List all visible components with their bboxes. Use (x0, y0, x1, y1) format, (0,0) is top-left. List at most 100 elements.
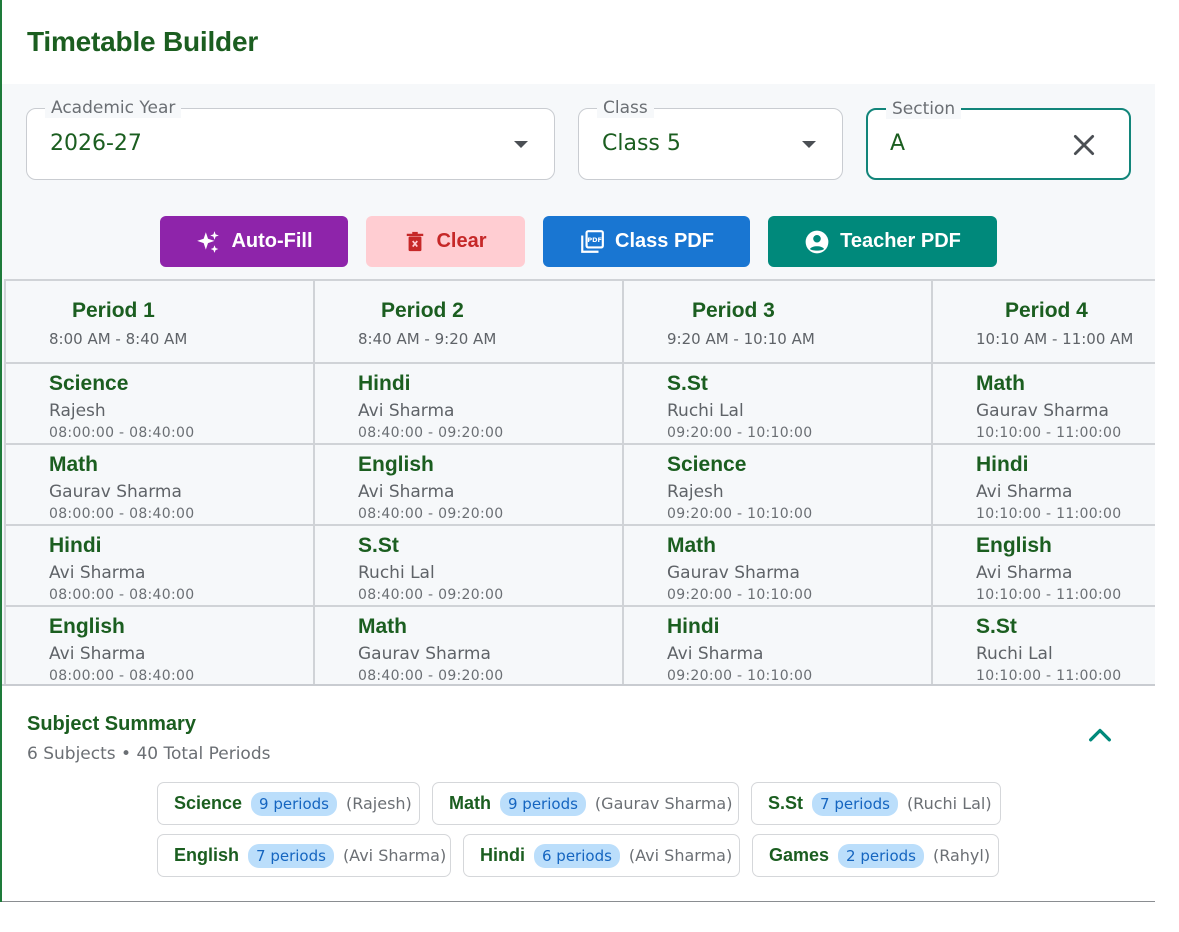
period-title: Period 4 (1005, 299, 1088, 322)
timetable-cell[interactable]: Math Gaurav Sharma 10:10:00 - 11:00:00 (931, 364, 1155, 443)
period-time: 9:20 AM - 10:10 AM (667, 330, 815, 348)
cell-teacher: Avi Sharma (358, 401, 455, 421)
timetable-cell[interactable]: Hindi Avi Sharma 09:20:00 - 10:10:00 (622, 607, 931, 684)
period-time: 8:00 AM - 8:40 AM (49, 330, 188, 348)
timetable-cell[interactable]: English Avi Sharma 08:00:00 - 08:40:00 (4, 607, 313, 684)
chip-subject: Science (174, 793, 243, 813)
chevron-down-icon[interactable] (802, 141, 816, 148)
subject-chip[interactable]: Math 9 periods (Gaurav Sharma) (432, 782, 739, 825)
timetable-cell[interactable]: S.St Ruchi Lal 08:40:00 - 09:20:00 (313, 526, 622, 605)
period-title: Period 2 (381, 299, 464, 322)
cell-time: 08:40:00 - 09:20:00 (358, 425, 504, 441)
cell-subject: Math (976, 372, 1025, 395)
cell-time: 09:20:00 - 10:10:00 (667, 425, 813, 441)
cell-time: 10:10:00 - 11:00:00 (976, 587, 1122, 603)
chevron-up-icon[interactable] (1086, 722, 1114, 746)
chip-teacher: (Gaurav Sharma) (594, 794, 733, 813)
section-input[interactable]: Section A (866, 99, 1131, 180)
chip-subject: English (174, 845, 240, 865)
subject-chip[interactable]: English 7 periods (Avi Sharma) (157, 834, 451, 877)
period-header: Period 2 8:40 AM - 9:20 AM (313, 281, 622, 362)
timetable-cell[interactable]: S.St Ruchi Lal 09:20:00 - 10:10:00 (622, 364, 931, 443)
timetable-cell[interactable]: Math Gaurav Sharma 08:40:00 - 09:20:00 (313, 607, 622, 684)
cell-time: 09:20:00 - 10:10:00 (667, 587, 813, 603)
cell-teacher: Ruchi Lal (358, 563, 435, 583)
cell-teacher: Gaurav Sharma (976, 401, 1109, 421)
academic-year-label: Academic Year (45, 98, 182, 118)
cell-time: 10:10:00 - 11:00:00 (976, 425, 1122, 441)
subject-chip[interactable]: Games 2 periods (Rahyl) (752, 834, 999, 877)
subject-chip[interactable]: Hindi 6 periods (Avi Sharma) (463, 834, 740, 877)
auto-fill-button[interactable]: Auto-Fill (160, 216, 348, 267)
period-header: Period 1 8:00 AM - 8:40 AM (4, 281, 313, 362)
table-row: English Avi Sharma 08:00:00 - 08:40:00 M… (4, 607, 1155, 684)
cell-time: 08:00:00 - 08:40:00 (49, 587, 195, 603)
clear-label: Clear (436, 230, 487, 252)
cell-time: 08:40:00 - 09:20:00 (358, 587, 504, 603)
builder-panel: Academic Year 2026-27 Class Class 5 Sect… (2, 84, 1155, 684)
close-icon[interactable] (1071, 132, 1097, 158)
cell-subject: English (49, 615, 125, 638)
class-label: Class (597, 98, 654, 118)
period-count-badge: 7 periods (248, 843, 334, 868)
period-count-badge: 2 periods (838, 843, 924, 868)
chevron-down-icon[interactable] (514, 141, 528, 148)
period-title: Period 3 (692, 299, 775, 322)
cell-time: 09:20:00 - 10:10:00 (667, 668, 813, 684)
period-time: 8:40 AM - 9:20 AM (358, 330, 497, 348)
timetable-cell[interactable]: Science Rajesh 09:20:00 - 10:10:00 (622, 445, 931, 524)
cell-subject: Math (49, 453, 98, 476)
cell-teacher: Avi Sharma (49, 563, 146, 583)
sparkle-icon (197, 230, 220, 253)
subject-chip[interactable]: S.St 7 periods (Ruchi Lal) (751, 782, 1001, 825)
cell-teacher: Gaurav Sharma (667, 563, 800, 583)
cell-time: 10:10:00 - 11:00:00 (976, 668, 1122, 684)
period-header: Period 4 10:10 AM - 11:00 AM (931, 281, 1155, 362)
section-label: Section (886, 99, 962, 119)
svg-text:PDF: PDF (587, 236, 602, 244)
cell-time: 09:20:00 - 10:10:00 (667, 506, 813, 522)
academic-year-value: 2026-27 (50, 131, 142, 156)
cell-teacher: Rajesh (667, 482, 724, 502)
timetable-cell[interactable]: English Avi Sharma 10:10:00 - 11:00:00 (931, 526, 1155, 605)
timetable-cell[interactable]: Math Gaurav Sharma 09:20:00 - 10:10:00 (622, 526, 931, 605)
timetable-cell[interactable]: English Avi Sharma 08:40:00 - 09:20:00 (313, 445, 622, 524)
cell-teacher: Avi Sharma (976, 482, 1073, 502)
timetable-cell[interactable]: S.St Ruchi Lal 10:10:00 - 11:00:00 (931, 607, 1155, 684)
cell-subject: S.St (358, 534, 399, 557)
cell-teacher: Avi Sharma (49, 644, 146, 664)
section-value[interactable]: A (890, 131, 905, 156)
class-select[interactable]: Class Class 5 (578, 98, 843, 180)
timetable-cell[interactable]: Hindi Avi Sharma 08:40:00 - 09:20:00 (313, 364, 622, 443)
chip-subject: Hindi (480, 845, 525, 865)
subject-chip[interactable]: Science 9 periods (Rajesh) (157, 782, 420, 825)
page-title: Timetable Builder (27, 26, 259, 57)
cell-subject: English (976, 534, 1052, 557)
teacher-pdf-label: Teacher PDF (840, 230, 961, 252)
timetable-cell[interactable]: Hindi Avi Sharma 10:10:00 - 11:00:00 (931, 445, 1155, 524)
class-value: Class 5 (602, 131, 681, 156)
academic-year-select[interactable]: Academic Year 2026-27 (26, 98, 555, 180)
timetable-cell[interactable]: Science Rajesh 08:00:00 - 08:40:00 (4, 364, 313, 443)
cell-subject: Hindi (358, 372, 411, 395)
timetable-cell[interactable]: Hindi Avi Sharma 08:00:00 - 08:40:00 (4, 526, 313, 605)
period-count-badge: 9 periods (500, 791, 586, 816)
cell-teacher: Gaurav Sharma (358, 644, 491, 664)
cell-subject: Hindi (976, 453, 1029, 476)
cell-teacher: Gaurav Sharma (49, 482, 182, 502)
cell-teacher: Rajesh (49, 401, 106, 421)
summary-title: Subject Summary (27, 713, 196, 735)
timetable-cell[interactable]: Math Gaurav Sharma 08:00:00 - 08:40:00 (4, 445, 313, 524)
clear-button[interactable]: Clear (366, 216, 525, 267)
chip-teacher: (Rahyl) (932, 846, 991, 865)
period-count-badge: 6 periods (534, 843, 620, 868)
class-pdf-button[interactable]: PDF Class PDF (543, 216, 750, 267)
period-count-badge: 9 periods (251, 791, 337, 816)
chip-subject: Games (769, 845, 830, 865)
chip-teacher: (Rajesh) (345, 794, 412, 813)
chip-subject: S.St (768, 793, 804, 813)
cell-time: 08:40:00 - 09:20:00 (358, 506, 504, 522)
table-row: Math Gaurav Sharma 08:00:00 - 08:40:00 E… (4, 445, 1155, 526)
teacher-pdf-button[interactable]: Teacher PDF (768, 216, 997, 267)
trash-icon (407, 231, 424, 251)
